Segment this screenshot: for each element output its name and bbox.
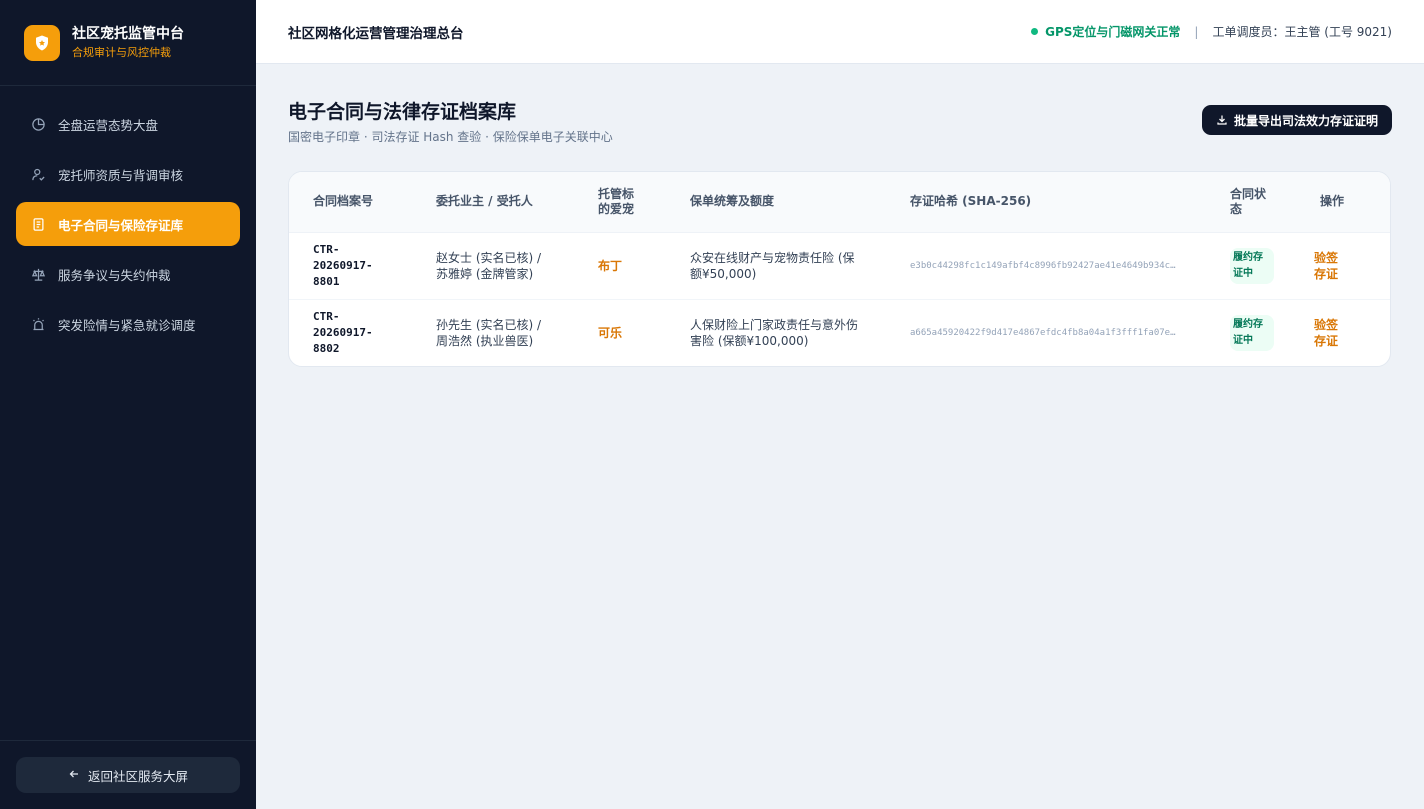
table-header-row: 合同档案号 委托业主 / 受托人 托管标的爱宠 保单统筹及额度 存证哈希 (SH… (289, 172, 1390, 233)
status-badge: 履约存证中 (1230, 247, 1274, 284)
page-header: 电子合同与法律存证档案库 国密电子印章 · 司法存证 Hash 查验 · 保险保… (288, 100, 1392, 145)
divider: | (1194, 24, 1199, 39)
status-badge: 履约存证中 (1230, 314, 1274, 351)
sidebar-item-label: 电子合同与保险存证库 (58, 217, 184, 233)
page-title: 电子合同与法律存证档案库 (288, 101, 517, 123)
column-header-pet: 托管标的爱宠 (586, 172, 678, 233)
shield-icon (24, 24, 60, 61)
hash-cell: e3b0c44298fc1c149afbf4c8996fb92427ae41e4… (898, 232, 1218, 299)
scale-icon (30, 266, 46, 282)
pet-name: 可乐 (598, 325, 623, 340)
download-icon (1216, 114, 1228, 126)
contracts-table-card: 合同档案号 委托业主 / 受托人 托管标的爱宠 保单统筹及额度 存证哈希 (SH… (288, 171, 1391, 367)
topbar: 社区网格化运营管理治理总台 GPS定位与门磁网关正常 | 工单调度员：王主管 (… (256, 0, 1424, 64)
column-header-status: 合同状态 (1218, 172, 1304, 233)
column-header-id: 合同档案号 (289, 172, 424, 233)
export-button-label: 批量导出司法效力存证证明 (1233, 113, 1378, 128)
pie-chart-icon (30, 116, 46, 132)
contract-id: CTR-20260917-8802 (313, 309, 373, 355)
column-header-parties: 委托业主 / 受托人 (424, 172, 586, 233)
export-button[interactable]: 批量导出司法效力存证证明 (1201, 105, 1392, 135)
evidence-hash: a665a45920422f9d417e4867efdc4fb8a04a1f3f… (910, 327, 1176, 338)
column-header-hash: 存证哈希 (SHA-256) (898, 172, 1218, 233)
contract-id: CTR-20260917-8801 (313, 242, 373, 288)
sidebar-footer: 返回社区服务大屏 (0, 740, 256, 809)
brand-subtitle: 合规审计与风控仲裁 (72, 45, 171, 59)
sidebar-item-label: 宠托师资质与背调审核 (58, 167, 184, 183)
table-row: CTR-20260917-8801 赵女士 (实名已核) / 苏雅婷 (金牌管家… (289, 232, 1390, 299)
status-cell: 履约存证中 (1218, 299, 1304, 366)
sidebar-item-qualification[interactable]: 宠托师资质与背调审核 (16, 152, 240, 196)
table-row: CTR-20260917-8802 孙先生 (实名已核) / 周浩然 (执业兽医… (289, 299, 1390, 366)
insurance-info: 众安在线财产与宠物责任险 (保额¥50,000) (690, 250, 855, 281)
pet-name: 布丁 (598, 258, 623, 273)
verify-signature-link[interactable]: 验签存证 (1314, 250, 1342, 282)
contract-parties: 孙先生 (实名已核) / 周浩然 (执业兽医) (436, 317, 542, 348)
contracts-table: 合同档案号 委托业主 / 受托人 托管标的爱宠 保单统筹及额度 存证哈希 (SH… (289, 172, 1390, 366)
page-subtitle: 国密电子印章 · 司法存证 Hash 查验 · 保险保单电子关联中心 (288, 130, 613, 144)
hash-cell: a665a45920422f9d417e4867efdc4fb8a04a1f3f… (898, 299, 1218, 366)
main-area: 社区网格化运营管理治理总台 GPS定位与门磁网关正常 | 工单调度员：王主管 (… (256, 0, 1424, 809)
topbar-title: 社区网格化运营管理治理总台 (288, 25, 464, 42)
sidebar: 社区宠托监管中台 合规审计与风控仲裁 全盘运营态势大盘 宠托师资质与背调审核 电… (0, 0, 256, 809)
brand-title: 社区宠托监管中台 (72, 25, 184, 42)
topbar-status-area: GPS定位与门磁网关正常 | 工单调度员：王主管 (工号 9021) (1031, 23, 1392, 40)
sidebar-item-overview[interactable]: 全盘运营态势大盘 (16, 102, 240, 146)
sidebar-item-contracts[interactable]: 电子合同与保险存证库 (16, 202, 240, 246)
verify-signature-link[interactable]: 验签存证 (1314, 317, 1342, 349)
contract-parties: 赵女士 (实名已核) / 苏雅婷 (金牌管家) (436, 250, 542, 281)
arrow-left-icon (68, 768, 80, 783)
page-content: 电子合同与法律存证档案库 国密电子印章 · 司法存证 Hash 查验 · 保险保… (256, 64, 1424, 367)
gateway-status: GPS定位与门磁网关正常 (1045, 25, 1181, 39)
insurance-info: 人保财险上门家政责任与意外伤害险 (保额¥100,000) (690, 317, 859, 348)
brand: 社区宠托监管中台 合规审计与风控仲裁 (0, 0, 256, 86)
column-header-insurance: 保单统筹及额度 (678, 172, 898, 233)
siren-icon (30, 316, 46, 332)
status-dot-icon (1031, 28, 1039, 35)
sidebar-nav: 全盘运营态势大盘 宠托师资质与背调审核 电子合同与保险存证库 服务争议与失约仲裁 (0, 86, 256, 740)
sidebar-item-label: 服务争议与失约仲裁 (58, 267, 171, 283)
status-cell: 履约存证中 (1218, 232, 1304, 299)
dispatcher-info: 工单调度员：王主管 (工号 9021) (1212, 25, 1392, 39)
app-root: 社区宠托监管中台 合规审计与风控仲裁 全盘运营态势大盘 宠托师资质与背调审核 电… (0, 0, 1424, 809)
action-cell: 验签存证 (1304, 299, 1390, 366)
document-icon (30, 216, 46, 232)
column-header-action: 操作 (1304, 172, 1390, 233)
user-check-icon (30, 166, 46, 182)
sidebar-item-arbitration[interactable]: 服务争议与失约仲裁 (16, 252, 240, 296)
back-button[interactable]: 返回社区服务大屏 (16, 757, 240, 793)
sidebar-item-emergency[interactable]: 突发险情与紧急就诊调度 (16, 302, 240, 346)
evidence-hash: e3b0c44298fc1c149afbf4c8996fb92427ae41e4… (910, 260, 1176, 271)
sidebar-item-label: 突发险情与紧急就诊调度 (58, 317, 196, 333)
action-cell: 验签存证 (1304, 232, 1390, 299)
back-button-label: 返回社区服务大屏 (87, 768, 188, 784)
sidebar-item-label: 全盘运营态势大盘 (58, 117, 159, 133)
